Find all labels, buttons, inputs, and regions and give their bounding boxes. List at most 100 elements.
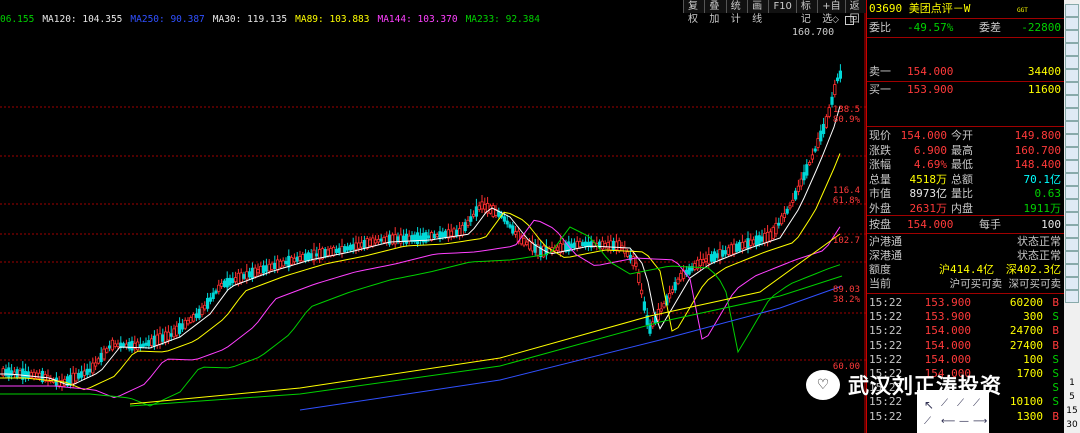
- candle-body: [575, 240, 579, 249]
- channel-tool-icon[interactable]: ⟶: [973, 416, 987, 427]
- candle-body: [796, 185, 801, 192]
- candle-body: [158, 333, 162, 345]
- scale-icon[interactable]: [1065, 173, 1079, 186]
- quota-row: 额度 沪414.4亿 深402.3亿: [869, 263, 1061, 276]
- candle-body: [455, 229, 459, 236]
- candle-body: [626, 251, 630, 257]
- tick-time: 15:22: [869, 338, 903, 352]
- candle-body: [348, 244, 353, 251]
- box-icon[interactable]: [1065, 277, 1079, 290]
- period-button[interactable]: 30: [1064, 420, 1080, 430]
- candle-body: [208, 297, 212, 302]
- stat-label: 内盘: [951, 201, 973, 215]
- hline-tool-icon[interactable]: —: [959, 416, 969, 427]
- tick-side: B: [1052, 324, 1059, 338]
- arrow-tool-icon[interactable]: ⟵: [941, 416, 955, 427]
- tick-price: 154.000: [924, 324, 971, 338]
- dmi-icon[interactable]: [1065, 290, 1079, 303]
- candle-body: [315, 253, 319, 257]
- toolbar-overlay-button[interactable]: 叠加: [704, 0, 726, 25]
- toolbar-stats-button[interactable]: 统计: [725, 0, 748, 25]
- candle-body: [303, 253, 308, 261]
- candle-body: [345, 246, 350, 251]
- draw-tool-popup[interactable]: ↖ ⟋ ⟋ ⟋ ⟋ ⟵ — ⟶: [917, 390, 989, 433]
- toolbar-fuquan-button[interactable]: 复权: [683, 0, 705, 25]
- kline-canvas[interactable]: [0, 0, 866, 433]
- weibi-row: 委比 -49.57% 委差 -22800: [869, 21, 1061, 34]
- rsi-icon[interactable]: [1065, 212, 1079, 225]
- toolbar-add-watchlist-button[interactable]: +自选: [817, 0, 845, 25]
- line-tool-icon[interactable]: ⟋: [957, 398, 964, 409]
- candle-body: [189, 317, 193, 323]
- candle-body: [774, 222, 778, 235]
- toolbar-back-button[interactable]: 返回: [844, 0, 867, 25]
- tick-volume: 1700: [1016, 367, 1044, 380]
- period-button[interactable]: 1: [1064, 378, 1080, 388]
- candle-body: [371, 237, 375, 247]
- bar2-icon[interactable]: [1065, 134, 1079, 147]
- f10-icon[interactable]: [1065, 121, 1079, 134]
- tick-side: B: [1052, 409, 1059, 423]
- candle-body: [768, 231, 773, 242]
- tick-volume: 27400: [1009, 338, 1043, 352]
- candle-body: [827, 107, 831, 117]
- bars-icon[interactable]: [1065, 186, 1079, 199]
- candle-body: [219, 282, 224, 287]
- trend-icon[interactable]: [1065, 69, 1079, 82]
- candle-body: [105, 348, 109, 353]
- line-tool-icon[interactable]: ⟋: [973, 398, 980, 409]
- stat-value: 8973亿: [909, 187, 948, 200]
- layout-icon[interactable]: [1065, 251, 1079, 264]
- candle-body: [38, 372, 42, 379]
- file-icon[interactable]: [1065, 95, 1079, 108]
- candle-body: [379, 238, 383, 242]
- stack-icon[interactable]: [1065, 264, 1079, 277]
- candle-body: [191, 314, 196, 322]
- period-button[interactable]: 15: [1064, 406, 1080, 416]
- bar3-icon[interactable]: [1065, 160, 1079, 173]
- grid-icon[interactable]: [1065, 4, 1079, 17]
- candle-body: [435, 234, 439, 238]
- toolbar-draw-button[interactable]: 画线: [747, 0, 769, 25]
- candle-body: [704, 258, 708, 262]
- sell1-row[interactable]: 卖一 154.000 34400: [867, 65, 1065, 79]
- candle-body: [211, 292, 215, 300]
- candle-body: [707, 254, 711, 264]
- candle-body: [278, 260, 283, 268]
- ray-tool-icon[interactable]: ⟋: [924, 416, 931, 427]
- toolbar-mark-button[interactable]: 标记: [795, 0, 818, 25]
- candle-body: [163, 331, 168, 343]
- target-icon[interactable]: [1065, 199, 1079, 212]
- candle-body: [340, 246, 344, 254]
- bar-icon[interactable]: [1065, 82, 1079, 95]
- stats-row: 总量 4518万 总额 70.1亿: [867, 173, 1065, 187]
- list-icon[interactable]: [1065, 17, 1079, 30]
- candle-body: [323, 249, 327, 258]
- book-icon[interactable]: [1065, 238, 1079, 251]
- candle-body: [474, 206, 479, 217]
- candle-body: [491, 205, 495, 217]
- toolbar-f10-button[interactable]: F10: [768, 0, 796, 13]
- line-tool-icon[interactable]: ⟋: [941, 398, 948, 409]
- table-icon[interactable]: [1065, 30, 1079, 43]
- candle-body: [102, 348, 106, 360]
- candle-body: [640, 289, 644, 295]
- line-chart-icon[interactable]: [1065, 56, 1079, 69]
- candle-body: [68, 374, 72, 385]
- info-icon[interactable]: [1065, 147, 1079, 160]
- kline-chart[interactable]: 复权 叠加 统计 画线 F10 标记 +自选 返回 06.155 MA120: 1…: [0, 0, 867, 433]
- buy1-row[interactable]: 买一 153.900 11600: [867, 83, 1065, 97]
- candle-body: [80, 371, 84, 378]
- kd-icon[interactable]: [1065, 225, 1079, 238]
- candle-body: [54, 377, 59, 387]
- candle-body: [802, 172, 806, 181]
- period-button[interactable]: 5: [1064, 392, 1080, 402]
- candle-body: [253, 267, 257, 277]
- cursor-icon[interactable]: ↖: [924, 398, 934, 412]
- doc-icon[interactable]: [1065, 108, 1079, 121]
- candle-body: [415, 232, 420, 244]
- candle-body: [460, 224, 465, 236]
- candle-body: [794, 190, 798, 200]
- chart-icon[interactable]: [1065, 43, 1079, 56]
- candle-body: [354, 242, 358, 251]
